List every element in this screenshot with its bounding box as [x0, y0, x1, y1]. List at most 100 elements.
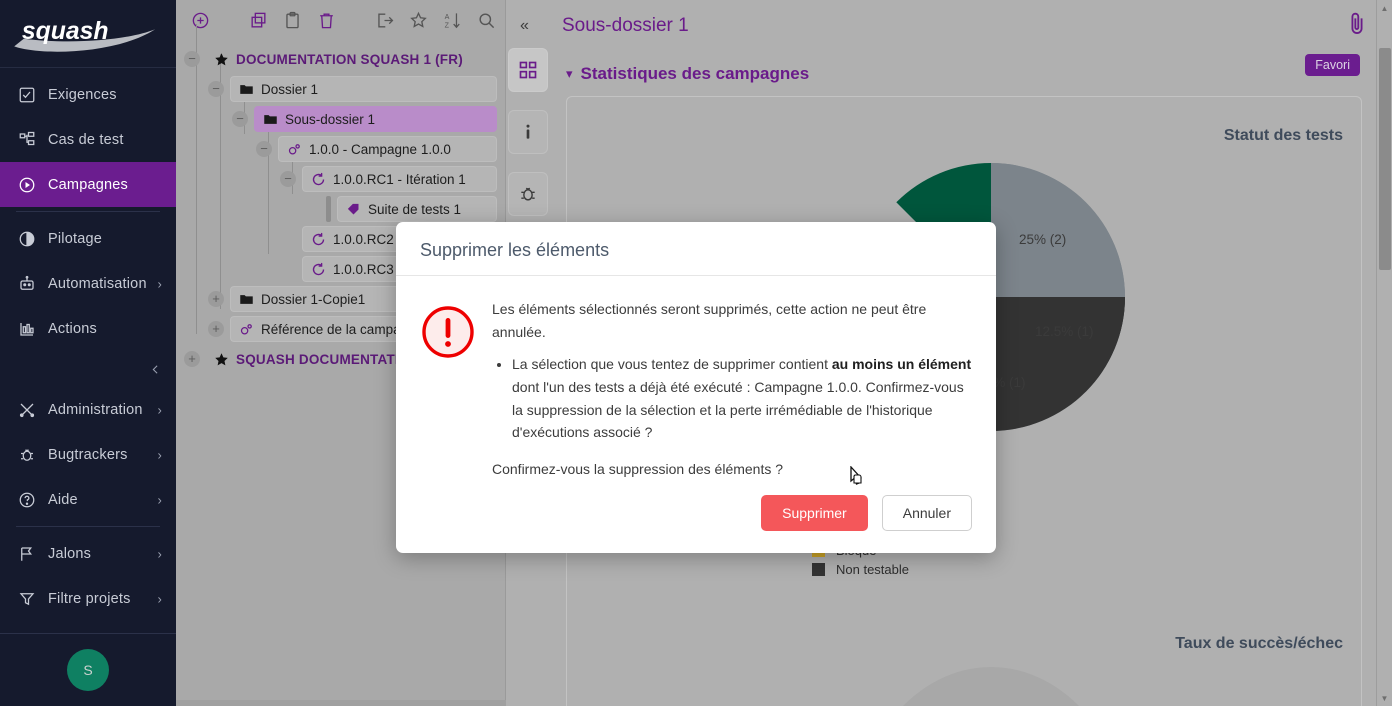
- pie-chart-icon: [18, 230, 48, 248]
- tree-toggle[interactable]: −: [256, 141, 272, 157]
- folder-icon: [239, 82, 261, 97]
- squash-logo-icon: squash: [11, 14, 166, 54]
- add-icon[interactable]: [184, 4, 216, 36]
- tree-toggle[interactable]: −: [184, 51, 200, 67]
- sidebar-item-pilotage[interactable]: Pilotage: [0, 216, 176, 261]
- information-tab[interactable]: [508, 110, 548, 154]
- pie-slice-a-executer-2[interactable]: [991, 163, 1125, 297]
- copy-icon[interactable]: [242, 4, 274, 36]
- sort-icon[interactable]: A Z: [436, 4, 468, 36]
- campaign-icon: [287, 142, 309, 157]
- tree-toggle[interactable]: −: [280, 171, 296, 187]
- tree-toggle[interactable]: +: [184, 351, 200, 367]
- tools-icon: [18, 401, 48, 419]
- cancel-button[interactable]: Annuler: [882, 495, 972, 531]
- warning-part-1: La sélection que vous tentez de supprime…: [512, 356, 832, 372]
- chevron-right-icon: ›: [157, 546, 162, 561]
- sidebar-item-jalons[interactable]: Jalons ›: [0, 531, 176, 576]
- svg-text:Z: Z: [444, 21, 449, 29]
- dashboard-tab[interactable]: [508, 48, 548, 92]
- tree-node[interactable]: − DOCUMENTATION SQUASH 1 (FR): [184, 44, 497, 74]
- chevron-right-icon: ›: [157, 276, 162, 291]
- favorite-icon[interactable]: [402, 4, 434, 36]
- sidebar-item-bugtrackers[interactable]: Bugtrackers ›: [0, 432, 176, 477]
- tree-row-testsuite[interactable]: Suite de tests 1: [337, 196, 497, 222]
- sidebar-item-automatisation[interactable]: Automatisation ›: [0, 261, 176, 306]
- tree-horizontal-scrollbar[interactable]: [176, 700, 506, 706]
- tree-node[interactable]: Suite de tests 1: [184, 194, 497, 224]
- funnel-icon: [18, 590, 48, 608]
- tree-toggle[interactable]: −: [232, 111, 248, 127]
- tree-label: Sous-dossier 1: [285, 112, 375, 127]
- dialog-header: Supprimer les éléments: [396, 222, 996, 276]
- iteration-icon: [311, 172, 333, 187]
- export-icon[interactable]: [368, 4, 400, 36]
- section-statistiques-campagnes[interactable]: ▾ Statistiques des campagnes: [566, 56, 1362, 92]
- sidebar-label: Cas de test: [48, 132, 124, 148]
- application-root: squash Exigences Cas de test: [0, 0, 1392, 706]
- scrollbar-thumb[interactable]: [1379, 48, 1391, 270]
- sidebar-item-administration[interactable]: Administration ›: [0, 387, 176, 432]
- dialog-warning-list: La sélection que vous tentez de supprime…: [512, 353, 972, 444]
- dialog-message: Les éléments sélectionnés seront supprim…: [484, 298, 972, 481]
- dialog-warning-item: La sélection que vous tentez de supprime…: [512, 353, 972, 444]
- tree-label: Dossier 1-Copie1: [261, 292, 365, 307]
- sidebar-item-actions[interactable]: Actions: [0, 306, 176, 351]
- double-chevron-left-icon[interactable]: «: [520, 17, 544, 35]
- alert-circle-icon: [420, 298, 484, 481]
- sidebar-label: Bugtrackers: [48, 447, 128, 463]
- pie-label-succes: 25% (2): [1019, 232, 1066, 247]
- legend-item[interactable]: Non testable: [812, 560, 909, 579]
- confirm-delete-button[interactable]: Supprimer: [761, 495, 868, 531]
- content-header: « Sous-dossier 1: [506, 0, 1392, 52]
- app-logo[interactable]: squash: [0, 0, 176, 68]
- tree-toggle[interactable]: −: [208, 81, 224, 97]
- dialog-footer: Supprimer Annuler: [396, 487, 996, 553]
- sidebar-collapse-button[interactable]: [0, 351, 176, 387]
- dashboard-grid-icon: [518, 60, 538, 80]
- tree-row-folder[interactable]: Dossier 1: [230, 76, 497, 102]
- paste-icon[interactable]: [276, 4, 308, 36]
- tree-node[interactable]: − 1.0.0 - Campagne 1.0.0: [184, 134, 497, 164]
- sidebar-item-filtre-projets[interactable]: Filtre projets ›: [0, 576, 176, 621]
- tree-label: Suite de tests 1: [368, 202, 461, 217]
- sidebar-nav: Exigences Cas de test Campagnes: [0, 68, 176, 633]
- tree-row-project[interactable]: DOCUMENTATION SQUASH 1 (FR): [206, 46, 497, 72]
- sidebar-item-aide[interactable]: Aide ›: [0, 477, 176, 522]
- tag-icon: [346, 202, 368, 217]
- sidebar-label: Actions: [48, 321, 97, 337]
- section-title: Statistiques des campagnes: [581, 64, 810, 84]
- pie-slice-non-testable-2[interactable]: [991, 297, 1125, 431]
- sidebar-item-campagnes[interactable]: Campagnes: [0, 162, 176, 207]
- campaign-icon: [239, 322, 261, 337]
- chart-title-taux-succes-echec: Taux de succès/échec: [1175, 635, 1343, 653]
- sidebar-item-exigences[interactable]: Exigences: [0, 72, 176, 117]
- dialog-lead-text: Les éléments sélectionnés seront supprim…: [492, 298, 972, 343]
- tree-row-campaign[interactable]: 1.0.0 - Campagne 1.0.0: [278, 136, 497, 162]
- tree-label: Dossier 1: [261, 82, 318, 97]
- sidebar-item-cas-de-test[interactable]: Cas de test: [0, 117, 176, 162]
- pie-chart-taux-succes-echec[interactable]: [853, 667, 1129, 706]
- tree-node[interactable]: − Sous-dossier 1: [184, 104, 497, 134]
- scroll-down-arrow[interactable]: ▼: [1377, 690, 1392, 706]
- tree-toolbar: A Z: [176, 0, 505, 40]
- flag-icon: [18, 545, 48, 563]
- delete-icon[interactable]: [310, 4, 342, 36]
- tree-row-selected[interactable]: Sous-dossier 1: [254, 106, 497, 132]
- pie-label-non-testable: 12.5% (1): [1035, 324, 1094, 339]
- tree-row-iteration[interactable]: 1.0.0.RC1 - Itération 1: [302, 166, 497, 192]
- chevron-right-icon: ›: [157, 402, 162, 417]
- page-vertical-scrollbar[interactable]: ▲ ▼: [1376, 0, 1392, 706]
- scroll-up-arrow[interactable]: ▲: [1377, 0, 1392, 16]
- tree-node[interactable]: − 1.0.0.RC1 - Itération 1: [184, 164, 497, 194]
- bugs-tab[interactable]: [508, 172, 548, 216]
- legend-label: Non testable: [836, 562, 909, 577]
- avatar[interactable]: S: [67, 649, 109, 691]
- tree-toggle[interactable]: +: [208, 291, 224, 307]
- tree-toggle[interactable]: +: [208, 321, 224, 337]
- bar-chart-icon: [18, 320, 48, 338]
- tree-node[interactable]: − Dossier 1: [184, 74, 497, 104]
- warning-part-2: dont l'un des tests a déjà été exécuté :…: [512, 379, 964, 440]
- search-icon[interactable]: [470, 4, 502, 36]
- attachment-button[interactable]: [1346, 8, 1368, 38]
